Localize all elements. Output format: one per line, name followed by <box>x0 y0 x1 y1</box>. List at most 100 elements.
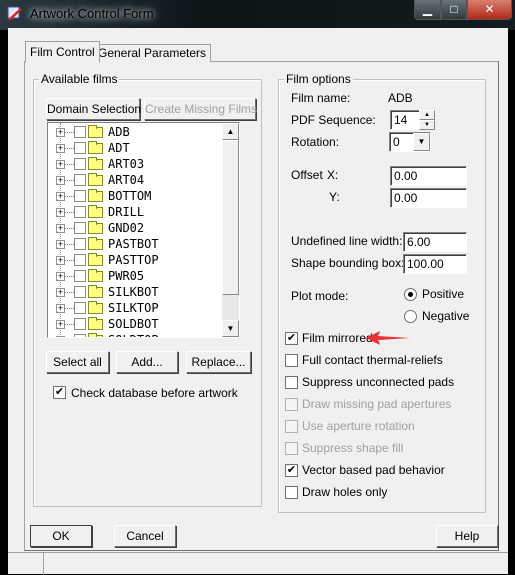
film-list-item[interactable]: + SOLDTOP <box>48 332 223 337</box>
film-checkbox[interactable] <box>74 158 86 170</box>
film-tree-list[interactable]: + ADB + ADT + ART03 + ART04 + BOTTOM + DRILL + GND02 +… <box>47 122 240 338</box>
spin-up-button[interactable]: ▲ <box>419 110 435 120</box>
minimize-button[interactable]: ▁ <box>414 0 441 20</box>
tree-connector <box>65 324 74 325</box>
close-button[interactable]: ✕ <box>467 0 512 20</box>
film-checkbox[interactable] <box>74 142 86 154</box>
film-name: ADB <box>108 125 130 139</box>
offset-x-input[interactable]: 0.00 <box>390 166 467 186</box>
tab-film-control[interactable]: Film Control <box>25 41 100 63</box>
expand-icon[interactable]: + <box>56 176 65 185</box>
film-checkbox[interactable] <box>74 318 86 330</box>
scroll-down-button[interactable]: ▼ <box>222 320 239 337</box>
spin-down-button[interactable]: ▼ <box>419 120 435 130</box>
maximize-button[interactable]: □ <box>441 0 467 20</box>
film-list-item[interactable]: + BOTTOM <box>48 188 223 204</box>
expand-icon[interactable]: + <box>56 240 65 249</box>
film-checkbox[interactable] <box>74 238 86 250</box>
offset-y-input[interactable]: 0.00 <box>390 188 467 208</box>
film-list-item[interactable]: + ADB <box>48 124 223 140</box>
film-list-item[interactable]: + GND02 <box>48 220 223 236</box>
folder-icon <box>88 141 103 154</box>
expand-icon[interactable]: + <box>56 192 65 201</box>
expand-icon[interactable]: + <box>56 304 65 313</box>
scrollbar[interactable]: ▲ ▼ <box>222 123 239 337</box>
check-database-checkbox[interactable]: ✔ <box>53 386 66 399</box>
film-list-item[interactable]: + ART03 <box>48 156 223 172</box>
tab-general-parameters[interactable]: General Parameters <box>93 44 212 62</box>
undefined-line-width-input[interactable]: 6.00 <box>403 232 467 252</box>
expand-icon[interactable]: + <box>56 320 65 329</box>
film-name: ART03 <box>108 157 145 171</box>
expand-icon[interactable]: + <box>56 288 65 297</box>
film-checkbox[interactable] <box>74 334 86 337</box>
expand-icon[interactable]: + <box>56 224 65 233</box>
option-checkbox <box>285 442 298 455</box>
scroll-up-button[interactable]: ▲ <box>222 123 239 140</box>
folder-icon <box>88 317 103 330</box>
film-checkbox[interactable] <box>74 190 86 202</box>
film-list-item[interactable]: + SILKTOP <box>48 300 223 316</box>
option-checkbox[interactable] <box>285 376 298 389</box>
shape-bounding-box-label: Shape bounding box: <box>291 256 405 270</box>
folder-icon <box>88 125 103 138</box>
folder-icon <box>88 269 103 282</box>
film-list-item[interactable]: + ART04 <box>48 172 223 188</box>
film-name: SOLDTOP <box>108 333 159 337</box>
pdf-sequence-input[interactable]: 14 <box>390 110 420 130</box>
expand-icon[interactable]: + <box>56 272 65 281</box>
negative-radio[interactable] <box>404 310 417 323</box>
film-checkbox[interactable] <box>74 206 86 218</box>
select-all-button[interactable]: Select all <box>46 351 109 373</box>
film-name: PWR05 <box>108 269 145 283</box>
add-button[interactable]: Add... <box>116 351 178 373</box>
expand-icon[interactable]: + <box>56 208 65 217</box>
shape-bounding-box-input[interactable]: 100.00 <box>403 254 467 274</box>
film-checkbox[interactable] <box>74 254 86 266</box>
film-list-item[interactable]: + SILKBOT <box>48 284 223 300</box>
positive-radio[interactable] <box>404 288 417 301</box>
folder-icon <box>88 205 103 218</box>
chevron-down-icon[interactable]: ▼ <box>413 133 430 151</box>
tree-connector <box>65 276 74 277</box>
option-checkbox[interactable] <box>285 354 298 367</box>
expand-icon[interactable]: + <box>56 256 65 265</box>
film-list-item[interactable]: + PWR05 <box>48 268 223 284</box>
option-label: Full contact thermal-reliefs <box>302 353 443 367</box>
tree-connector <box>65 292 74 293</box>
option-checkbox[interactable]: ✔ <box>285 332 298 345</box>
ok-button[interactable]: OK <box>30 525 92 547</box>
film-list-item[interactable]: + SOLDBOT <box>48 316 223 332</box>
film-name: BOTTOM <box>108 189 152 203</box>
film-checkbox[interactable] <box>74 126 86 138</box>
film-list-item[interactable]: + ADT <box>48 140 223 156</box>
cancel-button[interactable]: Cancel <box>114 525 176 547</box>
help-button[interactable]: Help <box>436 525 498 547</box>
option-checkbox[interactable]: ✔ <box>285 464 298 477</box>
available-films-label: Available films <box>39 72 120 86</box>
film-checkbox[interactable] <box>74 174 86 186</box>
expand-icon[interactable]: + <box>56 128 65 137</box>
option-checkbox[interactable] <box>285 486 298 499</box>
film-checkbox[interactable] <box>74 270 86 282</box>
film-list-item[interactable]: + DRILL <box>48 204 223 220</box>
film-checkbox[interactable] <box>74 286 86 298</box>
tree-connector <box>65 196 74 197</box>
domain-selection-button[interactable]: Domain Selection <box>46 98 141 120</box>
scroll-thumb[interactable] <box>222 140 239 295</box>
film-list-item[interactable]: + PASTTOP <box>48 252 223 268</box>
film-name: SILKTOP <box>108 301 159 315</box>
folder-icon <box>88 237 103 250</box>
tree-connector <box>65 132 74 133</box>
expand-icon[interactable]: + <box>56 144 65 153</box>
film-checkbox[interactable] <box>74 302 86 314</box>
film-checkbox[interactable] <box>74 222 86 234</box>
film-list-item[interactable]: + PASTBOT <box>48 236 223 252</box>
option-checkbox <box>285 420 298 433</box>
film-name: ADT <box>108 141 130 155</box>
expand-icon[interactable]: + <box>56 160 65 169</box>
replace-button[interactable]: Replace... <box>186 351 251 373</box>
folder-icon <box>88 253 103 266</box>
folder-icon <box>88 189 103 202</box>
expand-icon[interactable]: + <box>56 336 65 337</box>
